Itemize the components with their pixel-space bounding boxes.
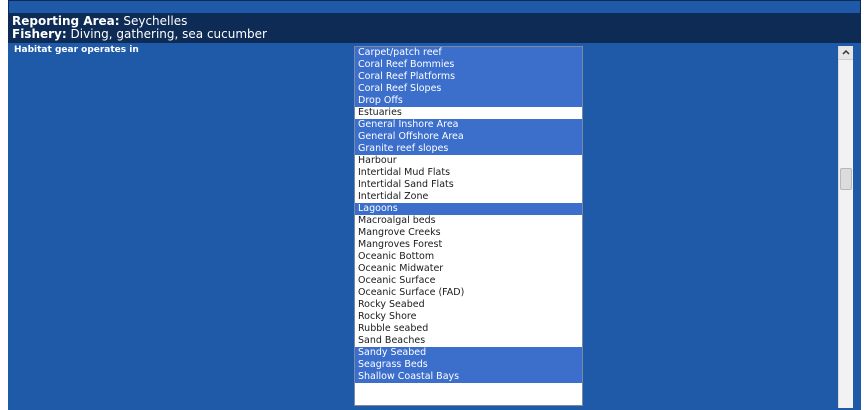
habitat-option[interactable]: Oceanic Bottom <box>355 251 582 263</box>
habitat-option[interactable]: Rocky Seabed <box>355 299 582 311</box>
habitat-option[interactable]: Coral Reef Slopes <box>355 83 582 95</box>
habitat-option[interactable]: General Inshore Area <box>355 119 582 131</box>
habitat-option[interactable]: Sandy Seabed <box>355 347 582 359</box>
habitat-option[interactable]: Mangrove Creeks <box>355 227 582 239</box>
reporting-area-value: Seychelles <box>123 14 188 28</box>
habitat-option[interactable]: Intertidal Mud Flats <box>355 167 582 179</box>
habitat-option[interactable]: Oceanic Midwater <box>355 263 582 275</box>
habitat-multiselect[interactable]: Carpet/patch reef Coral Reef Bommies Coral… <box>354 46 583 406</box>
habitat-option[interactable]: General Offshore Area <box>355 131 582 143</box>
habitat-option[interactable]: Granite reef slopes <box>355 143 582 155</box>
fishery-line: Fishery: Diving, gathering, sea cucumber <box>12 28 861 41</box>
chevron-up-icon <box>842 49 850 55</box>
reporting-area-label: Reporting Area: <box>12 14 120 28</box>
scroll-up-button[interactable] <box>839 46 853 60</box>
top-bar <box>8 0 861 14</box>
habitat-option[interactable]: Macroalgal beds <box>355 215 582 227</box>
habitat-option[interactable]: Coral Reef Bommies <box>355 59 582 71</box>
habitat-option[interactable]: Estuaries <box>355 107 582 119</box>
record-header: Reporting Area: Seychelles Fishery: Divi… <box>8 14 861 43</box>
scroll-thumb[interactable] <box>840 168 852 190</box>
habitat-option[interactable]: Shallow Coastal Bays <box>355 371 582 383</box>
page-frame: Reporting Area: Seychelles Fishery: Divi… <box>0 0 864 410</box>
page-scrollbar[interactable] <box>838 46 853 408</box>
fishery-value: Diving, gathering, sea cucumber <box>70 27 267 41</box>
habitat-option[interactable]: Rubble seabed <box>355 323 582 335</box>
habitat-option[interactable]: Rocky Shore <box>355 311 582 323</box>
habitat-option[interactable]: Drop Offs <box>355 95 582 107</box>
habitat-option[interactable]: Seagrass Beds <box>355 359 582 371</box>
fishery-label: Fishery: <box>12 27 67 41</box>
habitat-option[interactable]: Intertidal Sand Flats <box>355 179 582 191</box>
form-panel: Habitat gear operates in Carpet/patch re… <box>8 43 861 410</box>
habitat-field-label: Habitat gear operates in <box>14 45 139 55</box>
habitat-option[interactable]: Oceanic Surface <box>355 275 582 287</box>
habitat-option[interactable]: Carpet/patch reef <box>355 47 582 59</box>
habitat-option[interactable]: Coral Reef Platforms <box>355 71 582 83</box>
habitat-option[interactable]: Intertidal Zone <box>355 191 582 203</box>
habitat-option[interactable]: Lagoons <box>355 203 582 215</box>
habitat-option[interactable]: Sand Beaches <box>355 335 582 347</box>
habitat-option[interactable]: Oceanic Surface (FAD) <box>355 287 582 299</box>
habitat-option[interactable]: Mangroves Forest <box>355 239 582 251</box>
habitat-option[interactable]: Harbour <box>355 155 582 167</box>
